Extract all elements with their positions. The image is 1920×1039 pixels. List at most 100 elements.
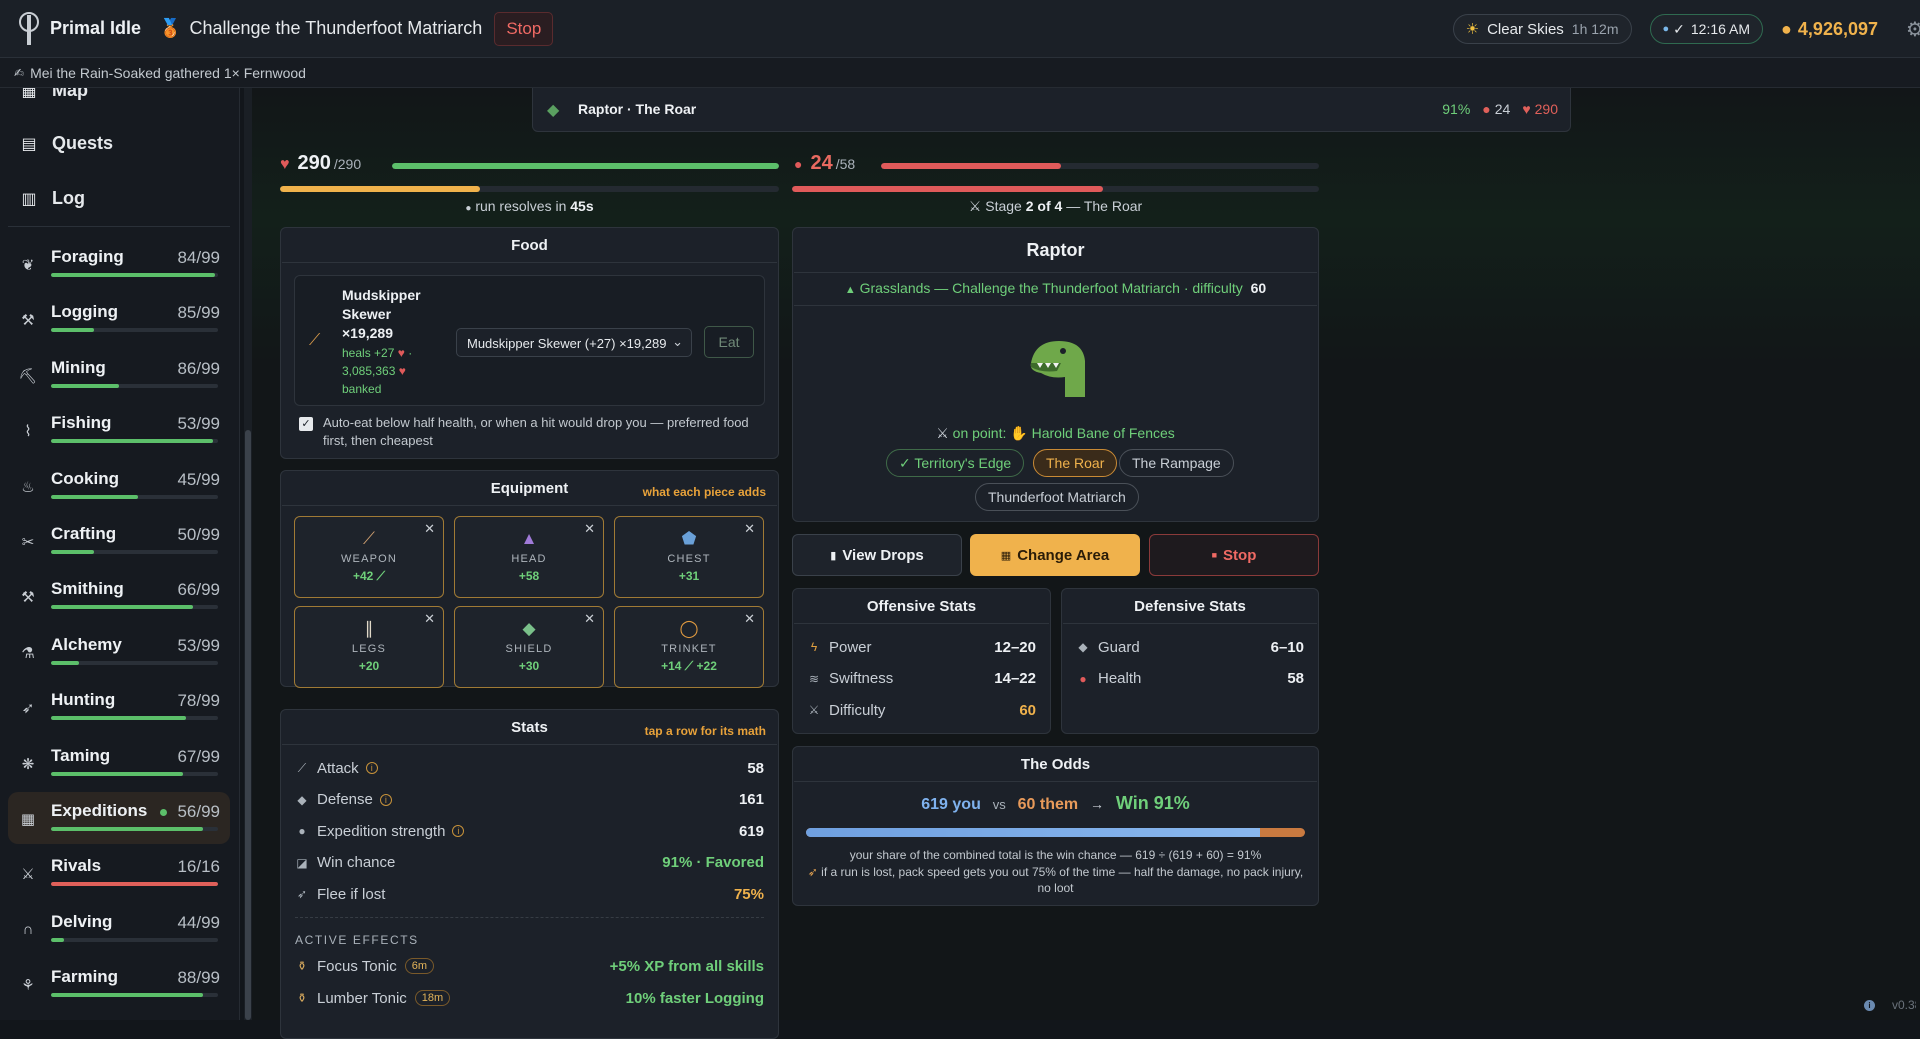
skill-progress-bar xyxy=(51,771,218,776)
sidebar-skill-crafting[interactable]: ✂ Crafting 50/99 xyxy=(8,515,230,567)
stage-chip-the-roar[interactable]: The Roar xyxy=(1033,449,1118,477)
equipment-hint[interactable]: what each piece adds xyxy=(643,485,766,499)
stop-button[interactable]: ■ Stop xyxy=(1149,534,1319,576)
run-timer-bar xyxy=(280,186,779,192)
stat-row-attack[interactable]: ⟋ Attack i 58 xyxy=(295,753,764,783)
stat-value: 58 xyxy=(747,759,764,777)
info-icon[interactable]: i xyxy=(365,762,378,774)
defensive-title: Defensive Stats xyxy=(1134,598,1246,615)
stat-label: Health xyxy=(1098,670,1142,687)
stage-chip-the-rampage[interactable]: The Rampage xyxy=(1119,449,1234,477)
sidebar-skill-hunting[interactable]: ➶ Hunting 78/99 xyxy=(8,681,230,733)
odds-vs: vs xyxy=(992,797,1006,812)
eat-button[interactable]: Eat xyxy=(704,326,754,358)
sidebar-skill-foraging[interactable]: ❦ Foraging 84/99 xyxy=(8,238,230,290)
ticker-text: Mei the Rain-Soaked gathered 1× Fernwood xyxy=(30,64,306,81)
stat-row-flee-if-lost[interactable]: ➶ Flee if lost 75% xyxy=(295,879,764,909)
flask-icon: ⚗ xyxy=(21,644,35,662)
sidebar-skill-alchemy[interactable]: ⚗ Alchemy 53/99 xyxy=(8,626,230,678)
close-icon[interactable]: ✕ xyxy=(424,521,435,537)
close-icon[interactable]: ✕ xyxy=(744,611,755,627)
close-icon[interactable]: ✕ xyxy=(584,611,595,627)
equipment-slot-trinket[interactable]: ✕ ◯ TRINKET +14 ⟋ +22 xyxy=(614,606,764,688)
close-icon[interactable]: ✕ xyxy=(424,611,435,627)
auto-eat-checkbox[interactable]: ✓ xyxy=(299,417,313,431)
odds-you: 619 you xyxy=(921,796,981,813)
sidebar-item-map[interactable]: ▦ Map xyxy=(18,88,88,101)
info-icon[interactable]: i xyxy=(1864,1000,1875,1011)
enemy-strip-win: 91% xyxy=(1442,101,1471,117)
skill-progress-bar xyxy=(51,827,218,831)
skill-name: Fishing xyxy=(51,413,112,433)
sidebar-skill-expeditions[interactable]: ▦ Expeditions 56/99 xyxy=(8,792,230,844)
stage-chip-thunderfoot-matriarch[interactable]: Thunderfoot Matriarch xyxy=(975,483,1139,511)
sprout-icon: ⚘ xyxy=(21,977,35,995)
sidebar-skill-farming[interactable]: ⚘ Farming 88/99 xyxy=(8,958,230,1010)
clock-pill[interactable]: ● ✓ 12:16 AM xyxy=(1649,14,1764,44)
enemy-strip-name: Raptor · The Roar xyxy=(578,101,697,117)
stage-chip-territorys-edge[interactable]: ✓ Territory's Edge xyxy=(886,449,1025,477)
landscape-icon: ▲ xyxy=(844,284,856,296)
sidebar-item-log[interactable]: ▥ Log xyxy=(18,188,85,209)
player-hp-max: /290 xyxy=(333,156,362,172)
sidebar-skill-rivals[interactable]: ⚔ Rivals 16/16 xyxy=(8,847,230,899)
enemy-title: Raptor xyxy=(1026,240,1085,260)
run-timer-value: 45s xyxy=(570,198,594,214)
change-area-button[interactable]: ▦ Change Area xyxy=(970,534,1140,576)
stat-row-defense[interactable]: ◆ Defense i 161 xyxy=(295,785,764,815)
sidebar-item-label: Quests xyxy=(52,133,114,153)
sidebar-skill-mining[interactable]: ⛏ Mining 86/99 xyxy=(8,349,230,401)
slot-value: +30 xyxy=(518,659,540,673)
food-banked-label: banked xyxy=(342,382,382,396)
settings-gear-icon[interactable]: ⚙ xyxy=(1906,17,1920,42)
map-icon: ▦ xyxy=(21,88,37,100)
stats-hint[interactable]: tap a row for its math xyxy=(645,724,766,738)
sidebar-skill-smithing[interactable]: ⚒ Smithing 66/99 xyxy=(8,570,230,622)
potion-icon: ⚱ xyxy=(296,959,308,973)
close-icon[interactable]: ✕ xyxy=(584,521,595,537)
chevron-down-icon: ⌄ xyxy=(672,334,683,349)
info-icon[interactable]: i xyxy=(379,793,392,806)
crossed-swords-icon: ⚔ xyxy=(808,703,820,717)
sidebar-skill-cooking[interactable]: ♨ Cooking 45/99 xyxy=(8,460,230,512)
stop-activity-button[interactable]: Stop xyxy=(494,11,554,46)
app-title: Primal Idle xyxy=(50,18,142,38)
skill-level: 86/99 xyxy=(177,358,220,378)
sidebar-scroll-thumb[interactable] xyxy=(245,430,251,1020)
offense-row-difficulty: ⚔ Difficulty 60 xyxy=(807,695,1036,725)
stat-row-expedition-strength[interactable]: ● Expedition strength i 619 xyxy=(295,816,764,846)
sidebar-item-quests[interactable]: ▤ Quests xyxy=(18,133,113,154)
enemy-summary-strip: ◆ Raptor · The Roar 91% ● 24 ♥ 290 xyxy=(532,88,1571,132)
odds-win: Win 91% xyxy=(1115,793,1190,813)
stat-value: 60 xyxy=(1019,701,1036,719)
slot-value: +58 xyxy=(518,569,540,583)
axe-icon: ⚒ xyxy=(21,312,35,330)
weather-pill[interactable]: ☀ Clear Skies 1h 12m xyxy=(1452,14,1632,44)
equipment-slot-head[interactable]: ✕ ▲ HEAD +58 xyxy=(454,516,604,598)
skill-level: 85/99 xyxy=(177,303,220,323)
equipment-slot-legs[interactable]: ✕ ∥ LEGS +20 xyxy=(294,606,444,688)
sidebar-skill-taming[interactable]: ❋ Taming 67/99 xyxy=(8,737,230,789)
stat-icon: ◆ xyxy=(297,792,307,807)
sidebar-skill-fishing[interactable]: ⌇ Fishing 53/99 xyxy=(8,404,230,456)
equipment-slot-weapon[interactable]: ✕ ⟋ WEAPON +42 ⟋ xyxy=(294,516,444,598)
sidebar-skill-logging[interactable]: ⚒ Logging 85/99 xyxy=(8,293,230,345)
sidebar-skill-delving[interactable]: ∩ Delving 44/99 xyxy=(8,903,230,955)
info-icon[interactable]: i xyxy=(452,825,465,837)
food-select[interactable]: Mudskipper Skewer (+27) ×19,289 ⌄ xyxy=(456,328,692,357)
view-drops-button[interactable]: ▮ View Drops xyxy=(792,534,962,576)
stat-value: 619 xyxy=(738,822,764,840)
player-hp-bar xyxy=(392,163,779,169)
equipment-slot-shield[interactable]: ✕ ◆ SHIELD +30 xyxy=(454,606,604,688)
crossed-swords-icon: ⚔ xyxy=(968,198,982,214)
raptor-icon: ◆ xyxy=(547,102,560,119)
close-icon[interactable]: ✕ xyxy=(744,521,755,537)
blood-drop-icon: ● xyxy=(1482,101,1491,117)
equipment-slot-chest[interactable]: ✕ ⬟ CHEST +31 xyxy=(614,516,764,598)
offensive-title: Offensive Stats xyxy=(866,598,977,615)
food-item-box: ⟋ Mudskipper Skewer ×19,289 heals +27 ♥ … xyxy=(294,275,765,406)
stat-row-win-chance[interactable]: ◪ Win chance 91% · Favored xyxy=(295,848,764,878)
stat-label: Swiftness xyxy=(829,670,894,687)
stat-value: 58 xyxy=(1287,670,1304,687)
skill-level: 45/99 xyxy=(177,469,220,489)
